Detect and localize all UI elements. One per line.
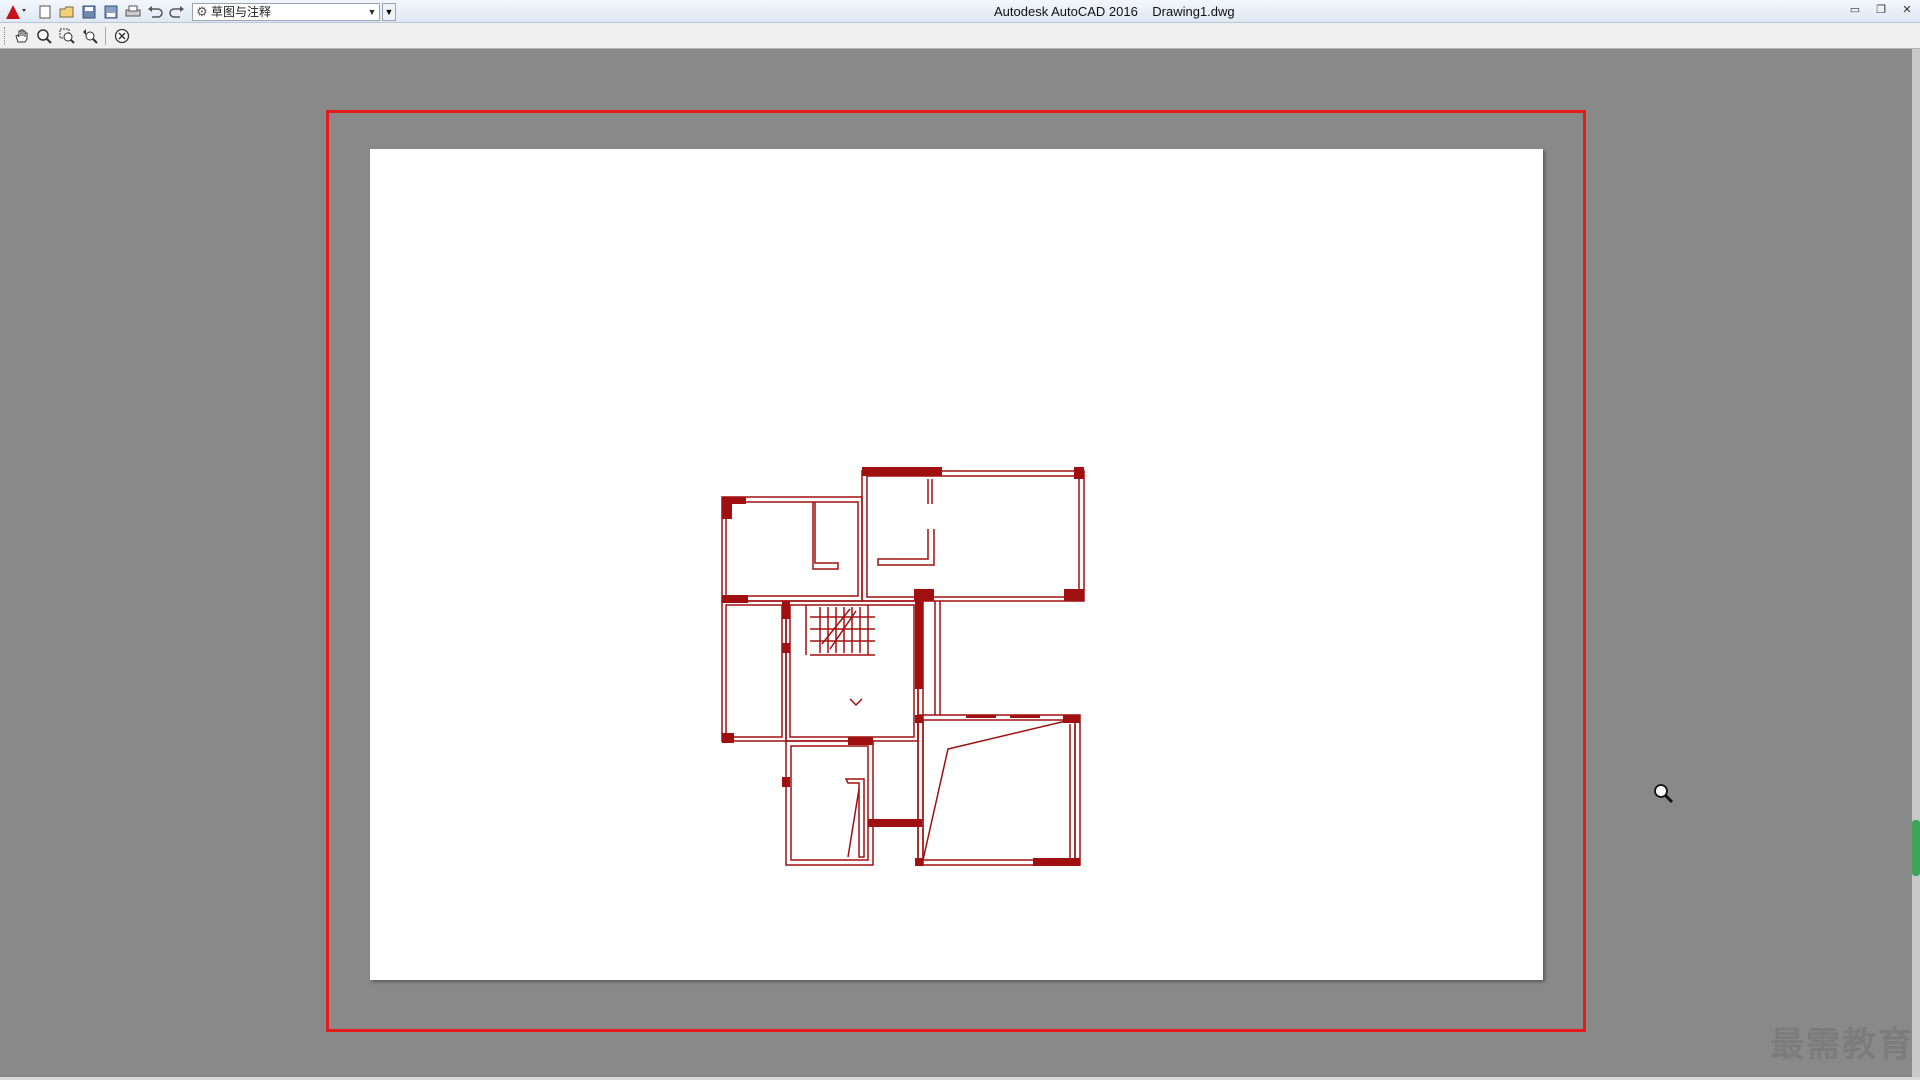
new-icon[interactable] [34,2,56,22]
workspace-dropdown[interactable]: ⚙ 草图与注释 ▼ [192,2,380,21]
open-icon[interactable] [56,2,78,22]
watermark: 最需教育 [1770,1025,1914,1065]
title-bar: ⚙ 草图与注释 ▼ ▼ Autodesk AutoCAD 2016 Drawin… [0,0,1920,23]
vertical-scrollbar[interactable] [1912,49,1920,1077]
quick-access-toolbar: ⚙ 草图与注释 ▼ ▼ [0,0,396,23]
scrollbar-thumb[interactable] [1912,820,1920,876]
floor-plan-lines [721,470,1085,866]
plot-preview-toolbar [0,23,1920,49]
close-icon[interactable]: ✕ [1894,0,1920,18]
save-as-icon[interactable] [100,2,122,22]
zoom-realtime-icon[interactable] [32,25,55,47]
window-title: Autodesk AutoCAD 2016 Drawing1.dwg [994,4,1235,19]
workspace-label: 草图与注释 [211,5,272,19]
paper-sheet [370,149,1543,980]
pan-icon[interactable] [9,25,32,47]
zoom-cursor-icon [1652,782,1674,809]
close-preview-icon[interactable] [110,25,133,47]
redo-icon[interactable] [166,2,188,22]
wall-fills [722,467,1084,866]
window-controls: ▭ ❐ ✕ [1842,0,1920,18]
gear-icon: ⚙ [196,3,208,19]
zoom-previous-icon[interactable] [78,25,101,47]
zoom-window-icon[interactable] [55,25,78,47]
toolbar-separator [105,26,106,45]
save-icon[interactable] [78,2,100,22]
plot-icon[interactable] [122,2,144,22]
chevron-down-icon: ▼ [367,6,377,17]
undo-icon[interactable] [144,2,166,22]
restore-icon[interactable]: ❐ [1868,0,1894,18]
customize-qat-button[interactable]: ▼ [382,2,396,21]
floor-plan-drawing [721,467,1085,866]
minimize-icon[interactable]: ▭ [1842,0,1868,18]
autocad-logo-icon[interactable] [0,0,34,23]
